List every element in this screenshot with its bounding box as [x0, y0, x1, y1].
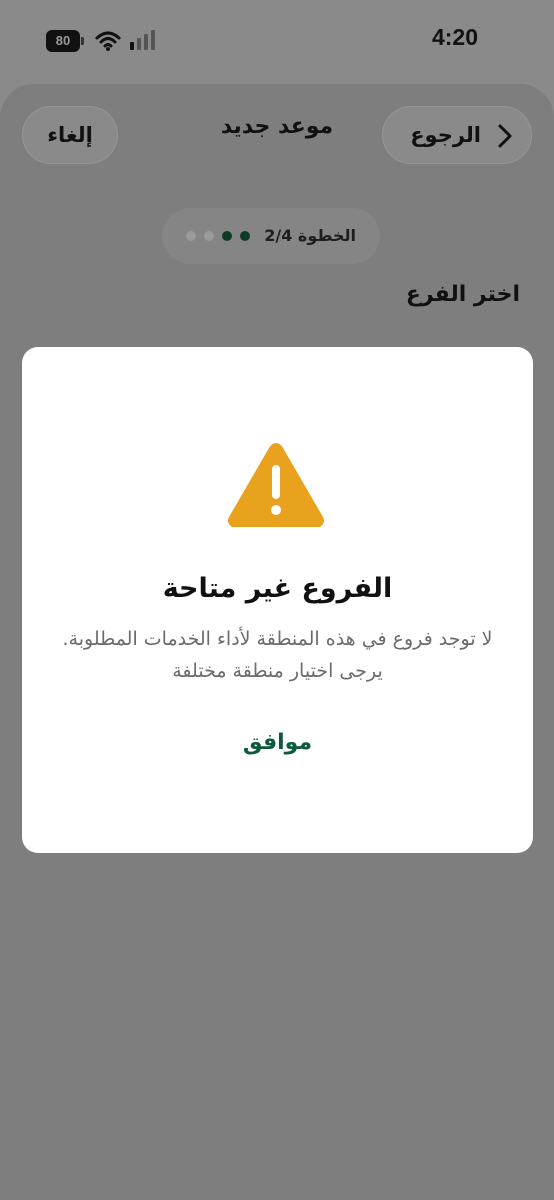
battery-icon: 80 — [46, 30, 84, 52]
status-time: 4:20 — [431, 24, 479, 50]
back-button-label: الرجوع — [410, 123, 481, 147]
alert-dialog: الفروع غير متاحة لا توجد فروع في هذه الم… — [22, 347, 533, 853]
wifi-icon — [95, 31, 121, 51]
chevron-right-icon — [498, 124, 512, 148]
step-dot — [204, 231, 214, 241]
cellular-signal-icon — [130, 30, 155, 50]
step-dot — [222, 231, 232, 241]
dialog-message: لا توجد فروع في هذه المنطقة لأداء الخدما… — [62, 628, 493, 682]
status-bar: 80 4:20 — [0, 0, 554, 84]
step-dot — [240, 231, 250, 241]
page-title: موعد جديد — [220, 114, 334, 139]
ok-button[interactable]: موافق — [202, 721, 353, 765]
step-indicator: الخطوة 2/4 — [162, 208, 380, 264]
step-label: الخطوة 2/4 — [264, 226, 356, 245]
back-button[interactable]: الرجوع — [382, 106, 532, 164]
dialog-title: الفروع غير متاحة — [162, 573, 393, 604]
battery-level: 80 — [55, 33, 71, 48]
section-heading: اختر الفرع — [405, 282, 520, 307]
cancel-button[interactable]: إلغاء — [22, 106, 118, 164]
warning-icon — [228, 443, 324, 527]
step-dot — [186, 231, 196, 241]
